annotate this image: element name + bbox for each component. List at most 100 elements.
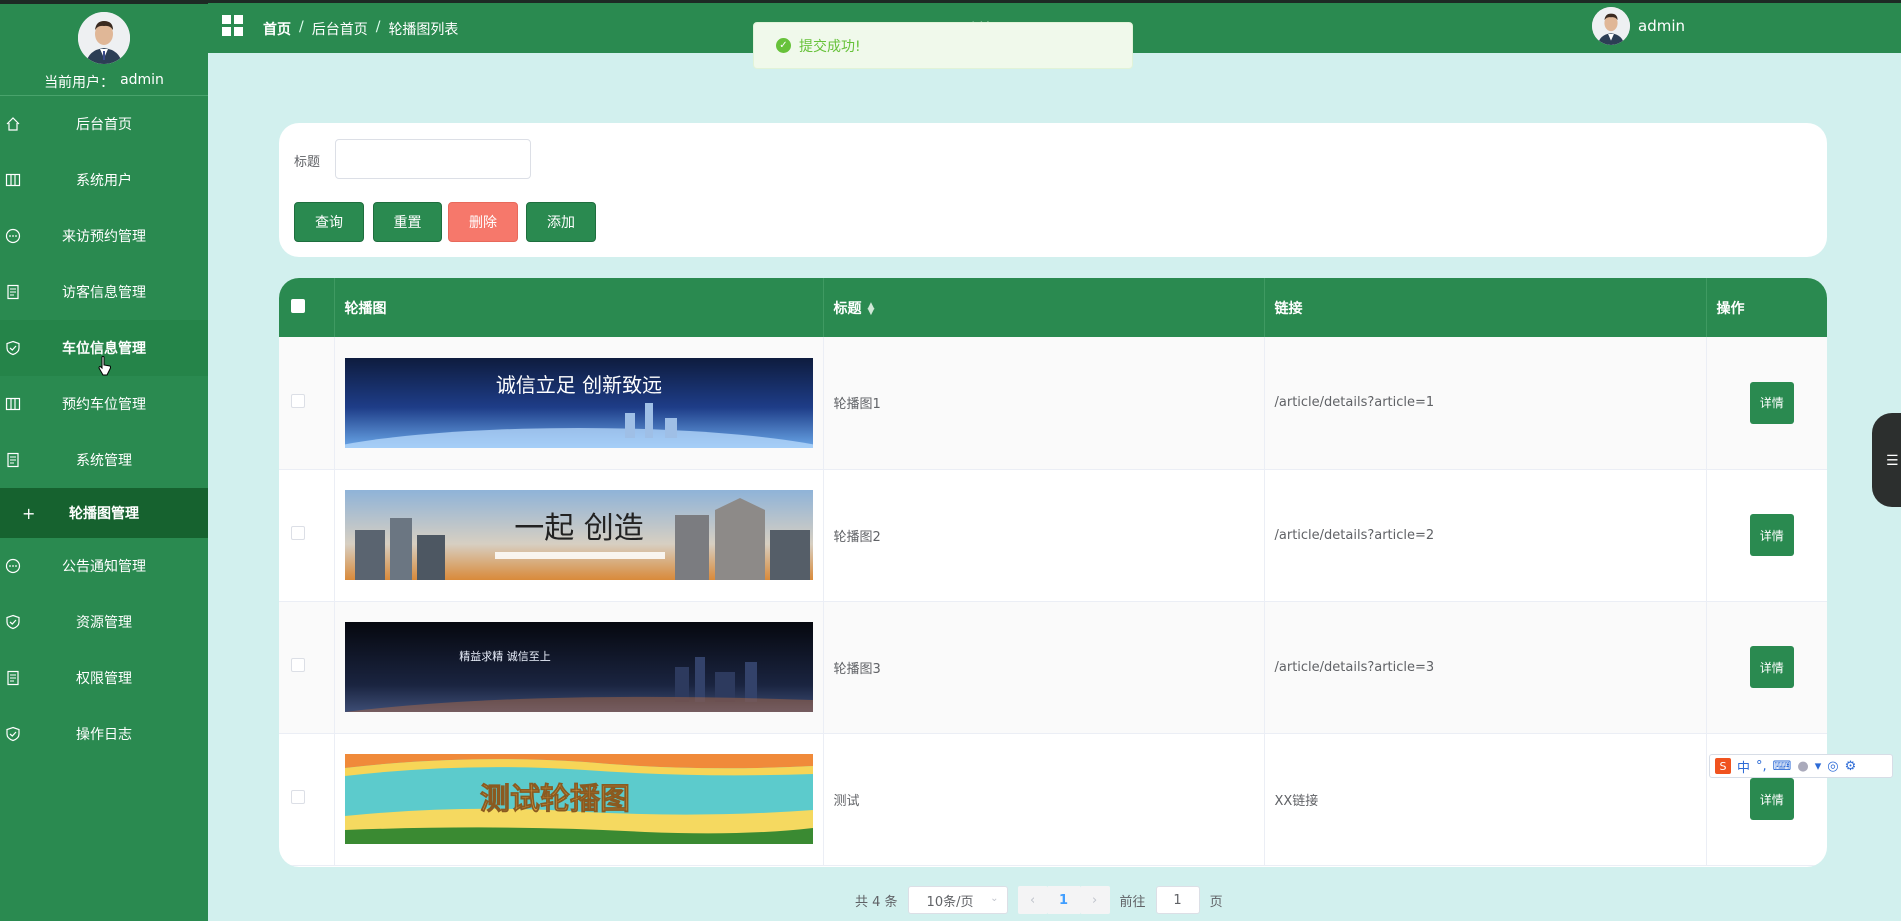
add-button[interactable]: 添加 bbox=[526, 202, 596, 242]
query-button[interactable]: 查询 bbox=[294, 202, 364, 242]
column-header-link: 链接 bbox=[1264, 278, 1707, 337]
cursor-icon bbox=[98, 356, 112, 376]
goto-label: 前往 bbox=[1119, 894, 1146, 910]
columns-icon bbox=[4, 395, 22, 413]
sidebar-item-parking-reservation[interactable]: 预约车位管理 bbox=[0, 376, 208, 432]
shield-check-icon bbox=[4, 725, 22, 743]
table-row: 测试轮播图 测试 XX链接 详情 bbox=[279, 733, 1827, 865]
banner-image[interactable]: 精益求精 诚信至上 bbox=[344, 622, 813, 712]
sidebar-item-system-users[interactable]: 系统用户 bbox=[0, 152, 208, 208]
header-username: admin bbox=[1638, 17, 1685, 35]
sidebar-item-carousel[interactable]: + 轮播图管理 bbox=[0, 488, 208, 538]
sidebar-item-label: 车位信息管理 bbox=[62, 341, 146, 357]
sidebar-item-dashboard[interactable]: 后台首页 bbox=[0, 96, 208, 152]
sidebar-item-label: 权限管理 bbox=[76, 671, 132, 687]
table-header-row: 轮播图 标题 ▲ ▼ 链接 操作 bbox=[279, 278, 1827, 337]
success-check-icon: ✓ bbox=[776, 38, 791, 53]
home-icon bbox=[4, 115, 22, 133]
chevron-left-icon: ‹ bbox=[1029, 892, 1036, 908]
sidebar-item-announcements[interactable]: 公告通知管理 bbox=[0, 538, 208, 594]
table-row: 一起 创造 轮播图2 /article/details?article=2 详情 bbox=[279, 469, 1827, 601]
next-page-button[interactable]: › bbox=[1079, 886, 1110, 914]
breadcrumb-home[interactable]: 首页 bbox=[263, 19, 291, 39]
sidebar-item-label: 系统管理 bbox=[76, 453, 132, 469]
banner-image[interactable]: 一起 创造 bbox=[344, 490, 813, 580]
page-number[interactable]: 1 bbox=[1047, 886, 1080, 914]
row-link: /article/details?article=3 bbox=[1264, 601, 1707, 733]
row-checkbox[interactable] bbox=[291, 526, 305, 540]
detail-button[interactable]: 详情 bbox=[1749, 381, 1794, 424]
ime-toolbar[interactable]: S 中 °, ⌨ ● ▾ ◎ ⚙ bbox=[1709, 754, 1893, 778]
spiral-icon[interactable]: ◎ bbox=[1827, 759, 1838, 774]
row-title: 轮播图3 bbox=[823, 601, 1265, 733]
page-size-select[interactable]: 10条/页 ⌄ bbox=[907, 886, 1008, 914]
sidebar-item-label: 访客信息管理 bbox=[62, 285, 146, 301]
banner-image[interactable]: 诚信立足 创新致远 bbox=[344, 357, 813, 448]
breadcrumb-separator: / bbox=[299, 19, 304, 35]
success-toast: ✓ 提交成功! bbox=[753, 22, 1133, 69]
header-user[interactable]: admin bbox=[1592, 7, 1685, 45]
sidebar-menu: 后台首页 系统用户 来访预约管理 访客信息管理 车位信息管理 预约车位管理 系统… bbox=[0, 96, 208, 762]
document-icon bbox=[4, 669, 22, 687]
user-profile: 当前用户： admin bbox=[0, 4, 208, 96]
banner-text: 精益求精 诚信至上 bbox=[459, 649, 551, 663]
sidebar-item-system-management[interactable]: 系统管理 bbox=[0, 432, 208, 488]
row-checkbox[interactable] bbox=[291, 790, 305, 804]
sidebar-item-visit-appointments[interactable]: 来访预约管理 bbox=[0, 208, 208, 264]
detail-button[interactable]: 详情 bbox=[1749, 514, 1794, 556]
sidebar-item-resources[interactable]: 资源管理 bbox=[0, 594, 208, 650]
avatar[interactable] bbox=[78, 12, 130, 64]
shirt-icon[interactable]: ▾ bbox=[1815, 759, 1822, 774]
breadcrumb-separator: / bbox=[375, 19, 381, 35]
carousel-table: 轮播图 标题 ▲ ▼ 链接 操作 诚信立足 创新致远 轮播图1 /article… bbox=[279, 278, 1827, 867]
detail-button[interactable]: 详情 bbox=[1749, 646, 1794, 688]
chevron-down-icon: ⌄ bbox=[990, 893, 999, 904]
breadcrumb-dashboard[interactable]: 后台首页 bbox=[312, 19, 368, 39]
goto-page-input[interactable]: 1 bbox=[1155, 886, 1200, 914]
sidebar-item-label: 系统用户 bbox=[76, 173, 132, 189]
sidebar-item-label: 来访预约管理 bbox=[62, 229, 146, 245]
select-all-checkbox[interactable] bbox=[291, 298, 305, 313]
banner-text: 一起 创造 bbox=[514, 511, 644, 546]
pagination: 共 4 条 10条/页 ⌄ ‹ 1 › 前往 1 页 bbox=[855, 886, 1223, 914]
sidebar: 当前用户： admin 后台首页 系统用户 来访预约管理 访客信息管理 车位信息… bbox=[0, 0, 208, 921]
sidebar-item-visitor-info[interactable]: 访客信息管理 bbox=[0, 264, 208, 320]
toast-message: 提交成功! bbox=[799, 38, 861, 55]
document-icon bbox=[4, 451, 22, 469]
title-filter-label: 标题 bbox=[294, 155, 321, 170]
prev-page-button[interactable]: ‹ bbox=[1017, 886, 1048, 914]
columns-icon bbox=[4, 171, 22, 189]
menu-grid-icon[interactable] bbox=[222, 15, 244, 37]
column-header-title[interactable]: 标题 ▲ ▼ bbox=[823, 278, 1265, 337]
header-top-border bbox=[208, 0, 1901, 3]
ime-mode[interactable]: 中 bbox=[1737, 757, 1750, 776]
sidebar-item-label: 后台首页 bbox=[76, 117, 132, 133]
title-filter-input[interactable] bbox=[335, 139, 531, 179]
banner-image[interactable]: 测试轮播图 bbox=[344, 754, 813, 844]
sidebar-item-label: 操作日志 bbox=[76, 727, 132, 743]
avatar[interactable] bbox=[1592, 7, 1630, 45]
row-checkbox[interactable] bbox=[291, 393, 305, 408]
column-header-image: 轮播图 bbox=[334, 278, 824, 337]
reset-button[interactable]: 重置 bbox=[373, 202, 442, 242]
row-title: 轮播图1 bbox=[823, 337, 1265, 469]
row-checkbox[interactable] bbox=[291, 658, 305, 672]
detail-button[interactable]: 详情 bbox=[1749, 778, 1794, 820]
delete-button[interactable]: 删除 bbox=[448, 202, 518, 242]
ime-punct[interactable]: °, bbox=[1756, 759, 1767, 774]
shield-check-icon bbox=[4, 339, 22, 357]
sidebar-item-permissions[interactable]: 权限管理 bbox=[0, 650, 208, 706]
sidebar-item-parking-info[interactable]: 车位信息管理 bbox=[0, 320, 208, 376]
chat-icon bbox=[4, 227, 22, 245]
sidebar-item-operation-log[interactable]: 操作日志 bbox=[0, 706, 208, 762]
current-user-name: admin bbox=[120, 72, 164, 88]
column-header-action: 操作 bbox=[1716, 300, 1745, 317]
pagination-total: 共 4 条 bbox=[855, 894, 898, 910]
sogou-logo-icon: S bbox=[1715, 758, 1731, 774]
keyboard-icon[interactable]: ⌨ bbox=[1773, 759, 1792, 774]
user-icon[interactable]: ● bbox=[1797, 759, 1808, 774]
side-panel-toggle[interactable]: ☰ bbox=[1872, 413, 1901, 507]
search-panel: 标题 查询 重置 删除 添加 bbox=[279, 123, 1827, 257]
gear-icon[interactable]: ⚙ bbox=[1845, 759, 1857, 774]
sort-caret-icon[interactable]: ▲ ▼ bbox=[868, 301, 875, 316]
